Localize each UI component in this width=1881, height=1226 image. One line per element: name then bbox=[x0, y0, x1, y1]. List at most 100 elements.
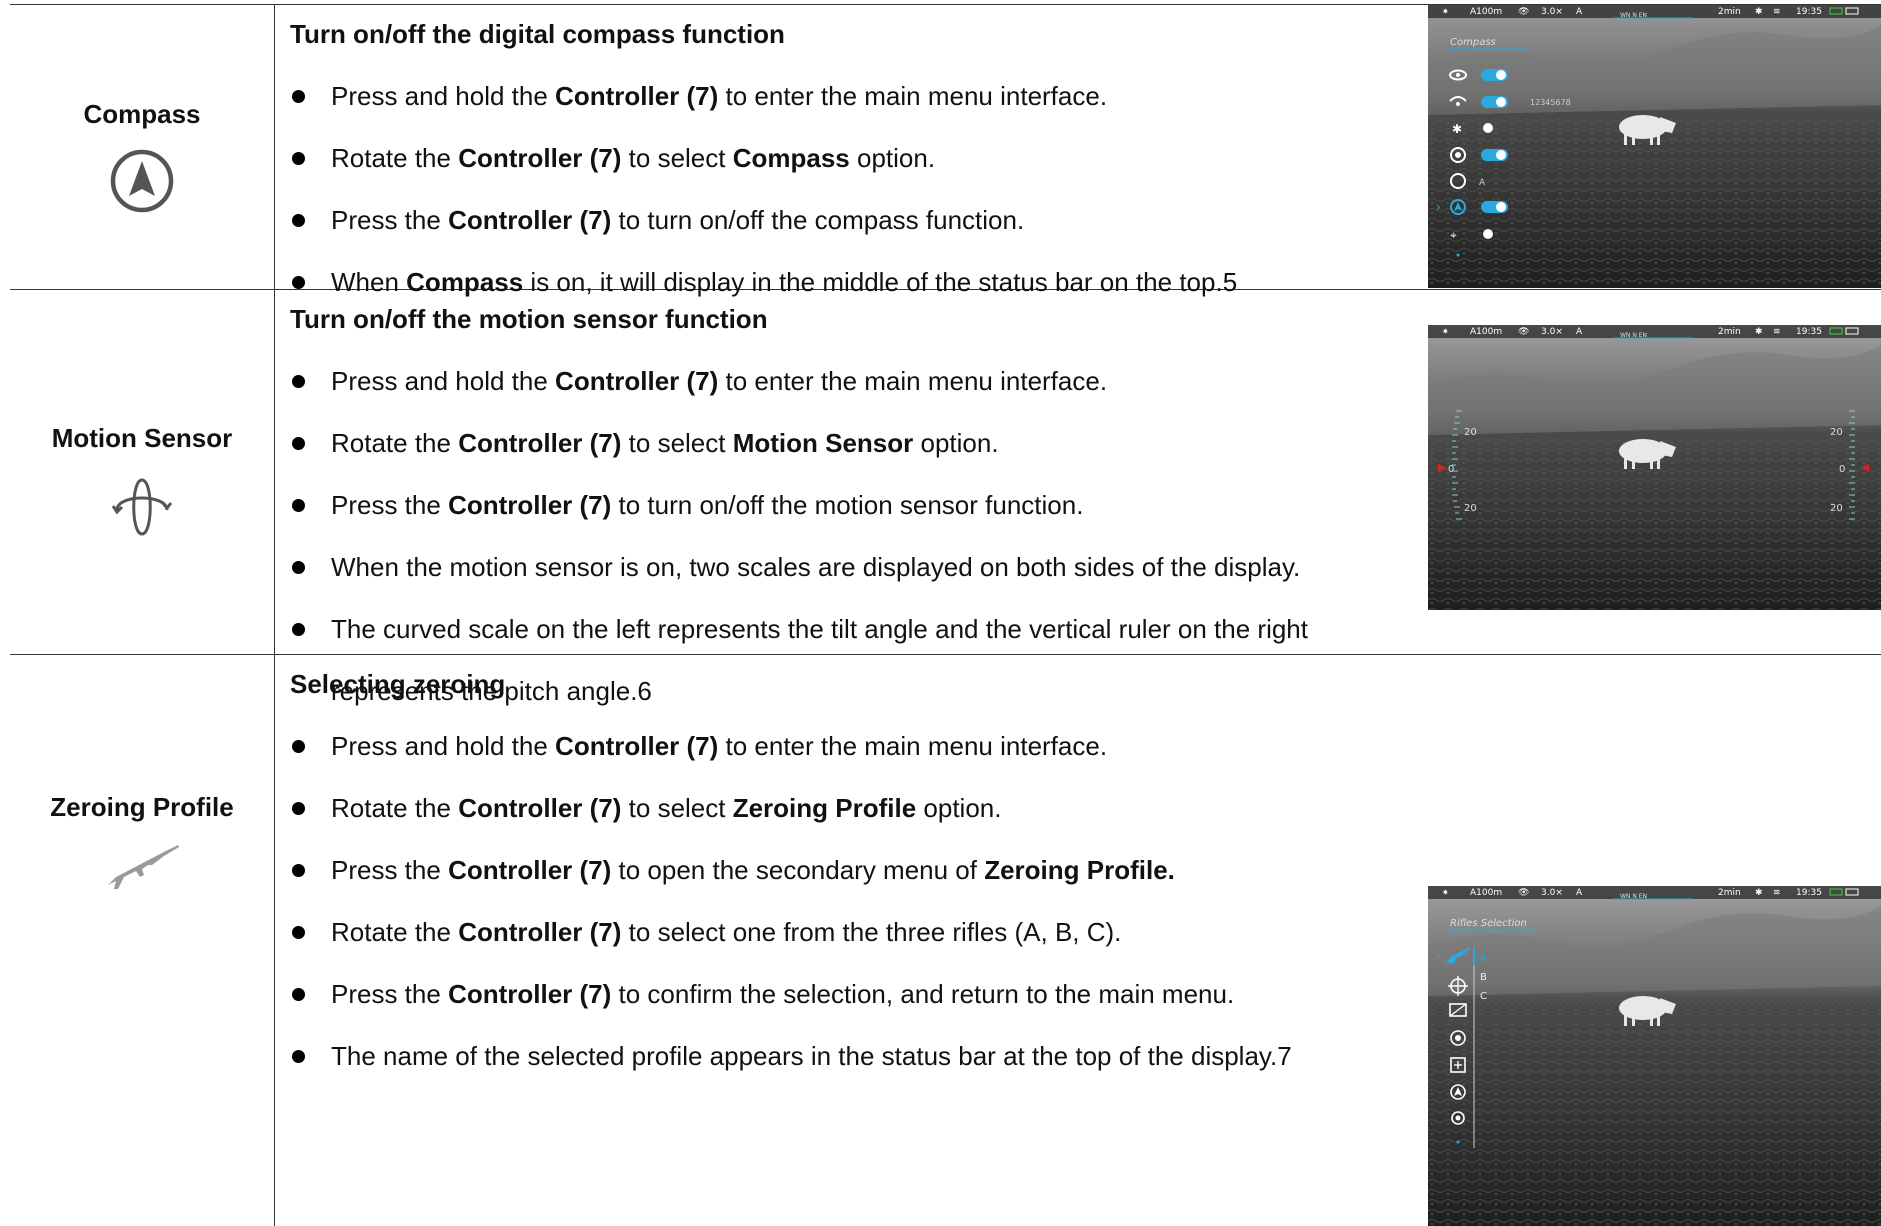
bullet-dot bbox=[292, 152, 305, 165]
feature-name-cell: Zeroing Profile bbox=[10, 791, 274, 901]
section-title: Selecting zeroing bbox=[290, 669, 506, 699]
feature-name-cell: Compass bbox=[10, 98, 274, 214]
bullet-dot bbox=[292, 499, 305, 512]
svg-text:✱: ✱ bbox=[1755, 7, 1763, 17]
bullet-text: Press and hold the bbox=[331, 731, 556, 761]
bullet-text: to enter the main menu interface. bbox=[718, 81, 1108, 111]
bold-term: Controller (7) bbox=[458, 917, 622, 947]
bullet-item: Rotate the Controller (7) to select Zero… bbox=[290, 792, 1420, 854]
bullet-dot bbox=[292, 988, 305, 1001]
status-timer: 2min bbox=[1718, 327, 1741, 337]
bullet-item: Press the Controller (7) to turn on/off … bbox=[290, 489, 1420, 551]
bullet-text: to enter the main menu interface. bbox=[718, 366, 1108, 396]
bullet-dot bbox=[292, 214, 305, 227]
menu-title: Compass bbox=[1450, 37, 1496, 48]
bullet-item: Rotate the Controller (7) to select Moti… bbox=[290, 427, 1420, 489]
feature-name: Zeroing Profile bbox=[50, 792, 234, 822]
bold-term: Controller (7) bbox=[448, 855, 612, 885]
status-zoom: 3.0× bbox=[1541, 888, 1563, 898]
scale-label: 0 bbox=[1448, 464, 1454, 475]
bullet-dot bbox=[292, 90, 305, 103]
bullet-item: Press the Controller (7) to open the sec… bbox=[290, 854, 1420, 916]
status-time: 19:35 bbox=[1796, 327, 1822, 337]
svg-text:👁: 👁 bbox=[1518, 888, 1529, 898]
bullet-text: Rotate the bbox=[331, 917, 459, 947]
section-title: Turn on/off the motion sensor function bbox=[290, 304, 768, 334]
status-timer: 2min bbox=[1718, 888, 1741, 898]
motion-sensor-icon bbox=[111, 478, 173, 536]
rifle-option: B bbox=[1480, 972, 1487, 983]
bullet-dot bbox=[292, 1050, 305, 1063]
status-time: 19:35 bbox=[1796, 7, 1822, 17]
section-title: Turn on/off the digital compass function bbox=[290, 19, 785, 49]
status-range: A100m bbox=[1470, 888, 1502, 898]
rifle-option: A bbox=[1480, 953, 1487, 964]
feature-description: Selecting zeroing Press and hold the Con… bbox=[290, 668, 1420, 1102]
bold-term: Controller (7) bbox=[448, 979, 612, 1009]
bullet-list: Press and hold the Controller (7) to ent… bbox=[290, 80, 1420, 328]
mode-label: A bbox=[1479, 178, 1486, 188]
bullet-text: to open the secondary menu of bbox=[611, 855, 985, 885]
bullet-item: Rotate the Controller (7) to select Comp… bbox=[290, 142, 1420, 204]
bullet-text: Press and hold the bbox=[331, 366, 556, 396]
bullet-text: Rotate the bbox=[331, 793, 459, 823]
bold-term: Compass bbox=[732, 143, 850, 173]
status-zoom: 3.0× bbox=[1541, 7, 1563, 17]
bold-term: Controller (7) bbox=[555, 81, 719, 111]
bullet-text: to confirm the selection, and return to … bbox=[611, 979, 1235, 1009]
bullet-text: The name of the selected profile appears… bbox=[331, 1041, 1292, 1071]
bullet-dot bbox=[292, 437, 305, 450]
feature-name: Compass bbox=[83, 99, 201, 129]
status-mode: A bbox=[1576, 888, 1583, 898]
bullet-dot bbox=[292, 561, 305, 574]
bullet-text: is on, it will display in the middle of … bbox=[523, 267, 1238, 297]
bold-term: Controller (7) bbox=[458, 428, 622, 458]
svg-text:≋: ≋ bbox=[1773, 7, 1781, 17]
status-mode: A bbox=[1576, 327, 1583, 337]
bullet-text: to select one from the three rifles (A, … bbox=[621, 917, 1122, 947]
bold-term: Zeroing Profile. bbox=[984, 855, 1175, 885]
scale-label: 20 bbox=[1464, 503, 1477, 514]
bold-term: Zeroing Profile bbox=[732, 793, 917, 823]
bullet-dot bbox=[292, 740, 305, 753]
bullet-text: Press the bbox=[331, 979, 449, 1009]
device-screenshot-zeroing: ✷ A100m 👁 3.0× A WN N EN 2min ✱ ≋ 19:35 … bbox=[1428, 886, 1881, 1226]
bullet-text: Press and hold the bbox=[331, 81, 556, 111]
scale-label: 20 bbox=[1464, 427, 1477, 438]
device-screenshot-motion-sensor: ✷ A100m 👁 3.0× A WN N EN 2min ✱ ≋ 19:35 … bbox=[1428, 325, 1881, 610]
scale-label: 20 bbox=[1830, 503, 1843, 514]
bullet-text: Press the bbox=[331, 490, 449, 520]
svg-text:✱: ✱ bbox=[1755, 327, 1763, 337]
bullet-item: Press and hold the Controller (7) to ent… bbox=[290, 730, 1420, 792]
bullet-dot bbox=[292, 802, 305, 815]
feature-description: Turn on/off the digital compass function… bbox=[290, 18, 1420, 328]
svg-text:✷: ✷ bbox=[1442, 327, 1449, 336]
bold-term: Controller (7) bbox=[458, 793, 622, 823]
svg-text:✱: ✱ bbox=[1755, 888, 1763, 898]
bullet-text: to turn on/off the motion sensor functio… bbox=[611, 490, 1084, 520]
bullet-text: option. bbox=[913, 428, 999, 458]
bullet-list: Press and hold the Controller (7) to ent… bbox=[290, 730, 1420, 1102]
bullet-item: The name of the selected profile appears… bbox=[290, 1040, 1420, 1102]
bullet-text: option. bbox=[916, 793, 1002, 823]
device-screenshot-compass: ✷ A100m 👁 3.0× A WN N EN 2min ✱ ≋ 19:35 … bbox=[1428, 5, 1881, 288]
bold-term: Controller (7) bbox=[458, 143, 622, 173]
bullet-item: Press the Controller (7) to confirm the … bbox=[290, 978, 1420, 1040]
rifle-option: C bbox=[1480, 991, 1487, 1002]
compass-icon bbox=[110, 149, 174, 213]
bullet-item: Rotate the Controller (7) to select one … bbox=[290, 916, 1420, 978]
svg-text:›: › bbox=[1436, 200, 1441, 214]
bold-term: Controller (7) bbox=[448, 205, 612, 235]
scale-label: 20 bbox=[1830, 427, 1843, 438]
bullet-dot bbox=[292, 375, 305, 388]
status-range: A100m bbox=[1470, 327, 1502, 337]
status-timer: 2min bbox=[1718, 7, 1741, 17]
bold-term: Controller (7) bbox=[448, 490, 612, 520]
bullet-text: When bbox=[331, 267, 407, 297]
bullet-dot bbox=[292, 864, 305, 877]
bullet-text: Rotate the bbox=[331, 428, 459, 458]
bullet-text: to turn on/off the compass function. bbox=[611, 205, 1025, 235]
bullet-text: Press the bbox=[331, 205, 449, 235]
bullet-item: Press and hold the Controller (7) to ent… bbox=[290, 365, 1420, 427]
svg-text:👁: 👁 bbox=[1518, 7, 1529, 17]
